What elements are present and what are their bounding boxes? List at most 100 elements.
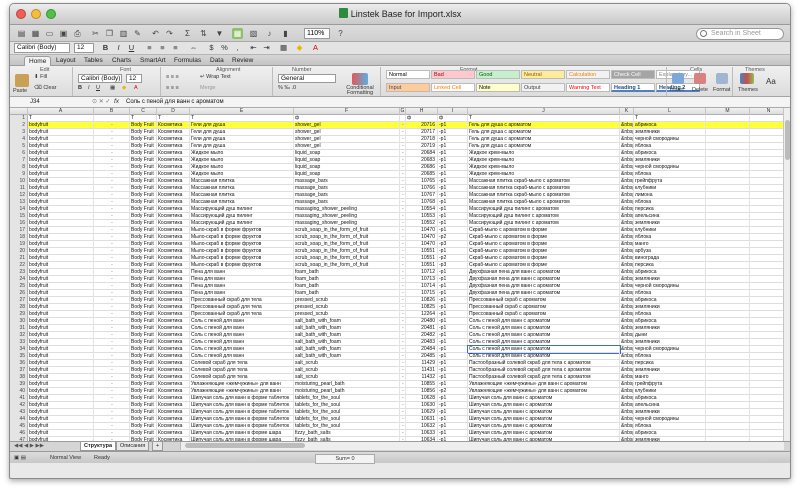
cell[interactable]: Соль с пеной для ванн с ароматом (468, 332, 620, 339)
cell[interactable] (706, 262, 750, 269)
selected-cell[interactable]: Соль с пеной для ванн с ароматом (467, 345, 621, 354)
cell[interactable]: Body Fruit (130, 192, 157, 199)
cell[interactable]: 10470 (406, 234, 438, 241)
cell[interactable]: Гель для душа с ароматом (468, 136, 620, 143)
cell[interactable]: Массирующий душ пилинг с ароматом (468, 206, 620, 213)
cell[interactable]: -p1 (438, 416, 468, 423)
cell[interactable]: bodyfruit (28, 381, 94, 388)
cell[interactable]: Гель для душа с ароматом (468, 143, 620, 150)
row-number[interactable]: 8 (10, 164, 28, 171)
tab-formulas[interactable]: Formulas (174, 56, 201, 66)
cell[interactable] (706, 255, 750, 262)
cell[interactable]: Массирующий душ пилинг (190, 206, 294, 213)
cell[interactable]: bodyfruit (28, 262, 94, 269)
cell[interactable]: Body Fruit (130, 339, 157, 346)
cell[interactable]: Массирующий душ пилинг (190, 213, 294, 220)
row-number[interactable]: 20 (10, 248, 28, 255)
cell[interactable]: &nbsp; (620, 430, 634, 437)
cell[interactable]: -p3 (438, 262, 468, 269)
cell[interactable]: 10633 (406, 430, 438, 437)
cell[interactable]: Body Fruit (130, 255, 157, 262)
row-number[interactable]: 15 (10, 213, 28, 220)
column-header-d[interactable]: D (157, 108, 190, 115)
cell[interactable]: Солевой скраб для тела (190, 374, 294, 381)
cell[interactable]: - (94, 395, 130, 402)
cell[interactable]: Body Fruit (130, 318, 157, 325)
cell[interactable]: - (94, 178, 130, 185)
cell[interactable]: 20719 (406, 143, 438, 150)
gallery-icon[interactable]: ▦ (232, 28, 243, 39)
cell[interactable]: &nbsp; (620, 297, 634, 304)
cell[interactable] (706, 171, 750, 178)
templates-icon[interactable]: ▦ (30, 28, 41, 39)
cell[interactable]: Body Fruit (130, 346, 157, 353)
cell[interactable]: Косметика (157, 143, 190, 150)
sheet-tab-structure[interactable]: Структура (80, 442, 116, 451)
cell[interactable]: Массирующий душ пилинг с ароматом (468, 220, 620, 227)
cell[interactable]: Косметика (157, 234, 190, 241)
cell[interactable]: Косметика (157, 269, 190, 276)
cell[interactable]: Прессованный скраб для тела (190, 311, 294, 318)
row-number[interactable]: 7 (10, 157, 28, 164)
cell[interactable]: клубники (634, 185, 706, 192)
align-center-icon[interactable]: ≡ (157, 43, 168, 53)
cell[interactable] (706, 185, 750, 192)
tab-data[interactable]: Data (210, 56, 224, 66)
media-icon[interactable]: ♪ (264, 28, 275, 39)
cell[interactable]: Массажная плитка (190, 185, 294, 192)
cell[interactable]: Прессованный скраб для тела (190, 304, 294, 311)
cell[interactable]: -p1 (438, 381, 468, 388)
row-number[interactable]: 29 (10, 311, 28, 318)
cell[interactable]: - (94, 402, 130, 409)
cell[interactable]: &nbsp; (620, 353, 634, 360)
cell-style-linked-cell[interactable]: Linked Cell (431, 83, 475, 92)
row-number[interactable]: 32 (10, 332, 28, 339)
cell[interactable] (706, 395, 750, 402)
cell[interactable]: 10631 (406, 416, 438, 423)
cell[interactable]: Соль с пеной для ванн (190, 332, 294, 339)
cell[interactable]: Косметика (157, 136, 190, 143)
cell[interactable]: - (94, 304, 130, 311)
cell[interactable]: fizzy_bath_salts (294, 430, 400, 437)
row-number[interactable]: 40 (10, 388, 28, 395)
cell[interactable]: -p2 (438, 234, 468, 241)
cell[interactable]: bodyfruit (28, 283, 94, 290)
cell[interactable] (706, 241, 750, 248)
cell[interactable]: Body Fruit (130, 178, 157, 185)
cell[interactable]: -p1 (438, 402, 468, 409)
row-number[interactable]: 46 (10, 430, 28, 437)
cell[interactable]: 10712 (406, 269, 438, 276)
cell[interactable]: &nbsp; (620, 276, 634, 283)
conditional-formatting-icon[interactable] (352, 73, 368, 85)
cell[interactable]: Косметика (157, 164, 190, 171)
cell[interactable]: Массажная плитка скраб-мыло с ароматом (468, 192, 620, 199)
cell[interactable]: -p3 (438, 241, 468, 248)
cell[interactable]: Двухфазная пена для ванн с ароматом (468, 276, 620, 283)
cell[interactable]: 20718 (406, 136, 438, 143)
cell[interactable]: Косметика (157, 122, 190, 129)
cell[interactable]: Прессованный скраб для тела (190, 297, 294, 304)
cell[interactable]: Соль с пеной для ванн с ароматом (468, 353, 620, 360)
cell[interactable]: Косметика (157, 283, 190, 290)
cell[interactable]: bodyfruit (28, 325, 94, 332)
cell[interactable]: ф (438, 115, 468, 122)
cell[interactable]: Косметика (157, 395, 190, 402)
row-number[interactable]: 4 (10, 136, 28, 143)
cell[interactable]: bodyfruit (28, 171, 94, 178)
cell[interactable]: bodyfruit (28, 234, 94, 241)
cell[interactable]: - (94, 255, 130, 262)
cell[interactable]: грейпфрута (634, 381, 706, 388)
cell[interactable] (706, 311, 750, 318)
cell[interactable]: -p1 (438, 430, 468, 437)
cell[interactable]: - (94, 374, 130, 381)
cell[interactable]: Мыло-скраб в форме фруктов (190, 234, 294, 241)
column-header-h[interactable]: H (406, 108, 438, 115)
cell[interactable]: 10825 (406, 304, 438, 311)
cell[interactable]: Шипучая соль для ванн в форме таблеток (190, 409, 294, 416)
cell[interactable]: salt_scrub (294, 374, 400, 381)
cell[interactable]: Body Fruit (130, 157, 157, 164)
cell[interactable]: 20480 (406, 318, 438, 325)
cell-style-neutral[interactable]: Neutral (521, 70, 565, 79)
save-icon[interactable]: ▣ (58, 28, 69, 39)
cell[interactable]: 10470 (406, 227, 438, 234)
